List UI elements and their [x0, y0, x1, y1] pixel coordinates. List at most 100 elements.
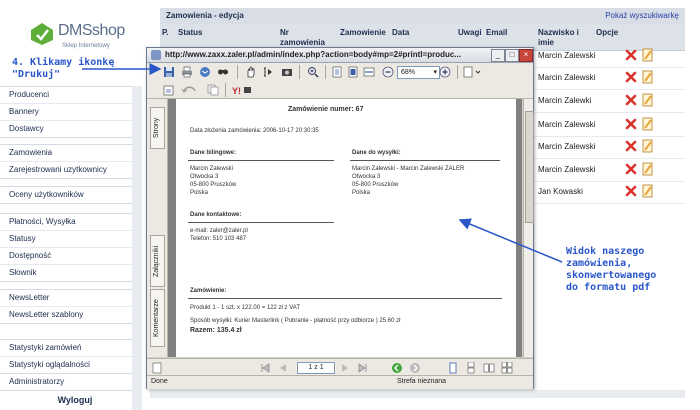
toolbar-separator [225, 83, 226, 97]
minimize-icon[interactable]: _ [491, 49, 505, 62]
shipping-title: Dane do wysyłki: [352, 150, 401, 156]
facing-icon[interactable] [483, 362, 495, 374]
annotation-line: zamówienia, [566, 258, 633, 269]
col-header-p[interactable]: P. [162, 28, 169, 38]
edit-icon[interactable] [642, 139, 654, 153]
shipping-line: Otwocka 3 [352, 174, 381, 180]
delete-icon[interactable] [624, 70, 638, 84]
col-header-zamowienie[interactable]: Zamowienie [340, 28, 386, 38]
sidebar-group: NewsLetter NewsLetter szablony [0, 289, 132, 324]
zoom-select[interactable]: 68% [397, 66, 440, 79]
actual-size-icon[interactable] [331, 66, 343, 78]
sidebar-item-administratorzy[interactable]: Administratorzy [0, 374, 132, 390]
col-header-nr[interactable]: Nr zamowienia [280, 28, 325, 48]
select-text-icon[interactable] [263, 66, 275, 78]
continuous-facing-icon[interactable] [501, 362, 513, 374]
edit-icon[interactable] [642, 48, 654, 62]
undo-icon[interactable] [181, 84, 199, 96]
status-text: Done [151, 378, 168, 385]
page-indicator[interactable]: 1 z 1 [297, 362, 335, 374]
copy-icon[interactable] [207, 84, 219, 96]
sidebar-item-zarejestrowani[interactable]: Zarejestrowani uzytkownicy [0, 162, 132, 178]
document-icon[interactable] [151, 362, 163, 374]
page-layout-icon[interactable] [463, 66, 483, 78]
previous-page-icon[interactable] [277, 362, 289, 374]
snapshot-icon[interactable] [281, 66, 293, 78]
sidebar-item-zamowienia[interactable]: Zamowienia [0, 145, 132, 162]
popup-url: http://www.zaxx.zaler.pl/admin/index.php… [165, 50, 461, 59]
sidebar-item-statystyki-ogladalnosci[interactable]: Statystyki oglądalności [0, 357, 132, 373]
sidebar-item-dostawcy[interactable]: Dostawcy [0, 121, 132, 137]
pdf-navigation-bar: 1 z 1 [147, 358, 533, 375]
fit-page-icon[interactable] [347, 66, 359, 78]
edit-icon[interactable] [642, 184, 654, 198]
edit-icon[interactable] [642, 93, 654, 107]
close-icon[interactable]: × [519, 49, 533, 62]
last-page-icon[interactable] [357, 362, 369, 374]
sidebar-item-statystyki-zamowien[interactable]: Statystyki zamówień [0, 340, 132, 357]
row-name: Marcin Zalewski [538, 73, 596, 82]
sidebar-item-slownik[interactable]: Słownik [0, 265, 132, 281]
single-page-icon[interactable] [447, 362, 459, 374]
first-page-icon[interactable] [259, 362, 271, 374]
delete-icon[interactable] [624, 162, 638, 176]
order-date: Data złożenia zamówienia: 2006-10-17 20:… [190, 128, 319, 134]
edit-icon[interactable] [642, 70, 654, 84]
popup-title-bar[interactable]: http://www.zaxx.zaler.pl/admin/index.php… [147, 48, 533, 63]
maximize-icon[interactable]: □ [505, 49, 519, 62]
sidebar-item-platnosci[interactable]: Płatności, Wysyłka [0, 214, 132, 231]
delete-icon[interactable] [624, 117, 638, 131]
sidebar-item-statusy[interactable]: Statusy [0, 231, 132, 248]
delete-icon[interactable] [624, 139, 638, 153]
zoom-plus-icon[interactable] [439, 66, 451, 78]
find-icon[interactable] [217, 66, 229, 78]
sidebar-item-oceny[interactable]: Oceny użytkowników [0, 187, 132, 203]
billing-line: Marcin Zalewski [190, 166, 234, 172]
yahoo-icon[interactable]: Y! [231, 84, 253, 96]
tab-attachments[interactable]: Załączniki [150, 235, 165, 287]
col-header-data[interactable]: Data [392, 28, 409, 38]
continuous-icon[interactable] [465, 362, 477, 374]
sidebar-item-newsletter[interactable]: NewsLetter [0, 290, 132, 307]
sidebar-item-producenci[interactable]: Producenci [0, 87, 132, 104]
toolbar-separator [299, 65, 300, 79]
edit-icon[interactable] [642, 162, 654, 176]
sidebar-item-newsletter-szablony[interactable]: NewsLetter szablony [0, 307, 132, 323]
pdf-vertical-scrollbar[interactable] [523, 99, 534, 357]
row-name: Marcin Zalewski [538, 51, 596, 60]
page-horizontal-scrollbar[interactable] [150, 390, 685, 398]
sidebar-item-bannery[interactable]: Bannery [0, 104, 132, 121]
zoom-in-icon[interactable] [307, 66, 319, 78]
next-page-icon[interactable] [339, 362, 351, 374]
delete-icon[interactable] [624, 93, 638, 107]
email-icon[interactable] [199, 66, 211, 78]
table-row: Marcin Zalewski [532, 67, 685, 90]
logout-link[interactable]: Wyloguj [0, 395, 150, 405]
edit-icon[interactable] [642, 117, 654, 131]
tab-comments[interactable]: Komentarze [150, 289, 165, 347]
delete-icon[interactable] [624, 184, 638, 198]
save-icon[interactable] [163, 66, 175, 78]
row-name: Jan Kowaski [538, 187, 583, 196]
contact-line: e-mail: zaler@zaler.pl [190, 228, 248, 234]
divider [188, 160, 334, 161]
hand-tool-icon[interactable] [245, 66, 257, 78]
pdf-page: Zamówienie numer: 67 Data złożenia zamów… [176, 99, 516, 357]
print-icon[interactable] [181, 66, 193, 78]
col-header-uwagi[interactable]: Uwagi [458, 28, 482, 38]
scrollbar-thumb[interactable] [525, 111, 534, 223]
sidebar-item-dostepnosc[interactable]: Dostępność [0, 248, 132, 265]
tab-pages[interactable]: Strony [150, 107, 165, 149]
col-header-status[interactable]: Status [178, 28, 202, 38]
col-header-email[interactable]: Email [486, 28, 507, 38]
go-back-icon[interactable] [391, 362, 403, 374]
billing-line: 05-800 Pruszków [190, 182, 237, 188]
delete-icon[interactable] [624, 48, 638, 62]
page-title: Zamowienia - edycja [166, 11, 244, 20]
row-name: Marcin Zalewski [538, 142, 596, 151]
show-search-link[interactable]: Pokaż wyszukiwarkę [605, 11, 679, 20]
zoom-out-icon[interactable] [382, 66, 394, 78]
go-forward-icon[interactable] [409, 362, 421, 374]
edit-document-icon[interactable] [163, 84, 175, 96]
fit-width-icon[interactable] [363, 66, 375, 78]
